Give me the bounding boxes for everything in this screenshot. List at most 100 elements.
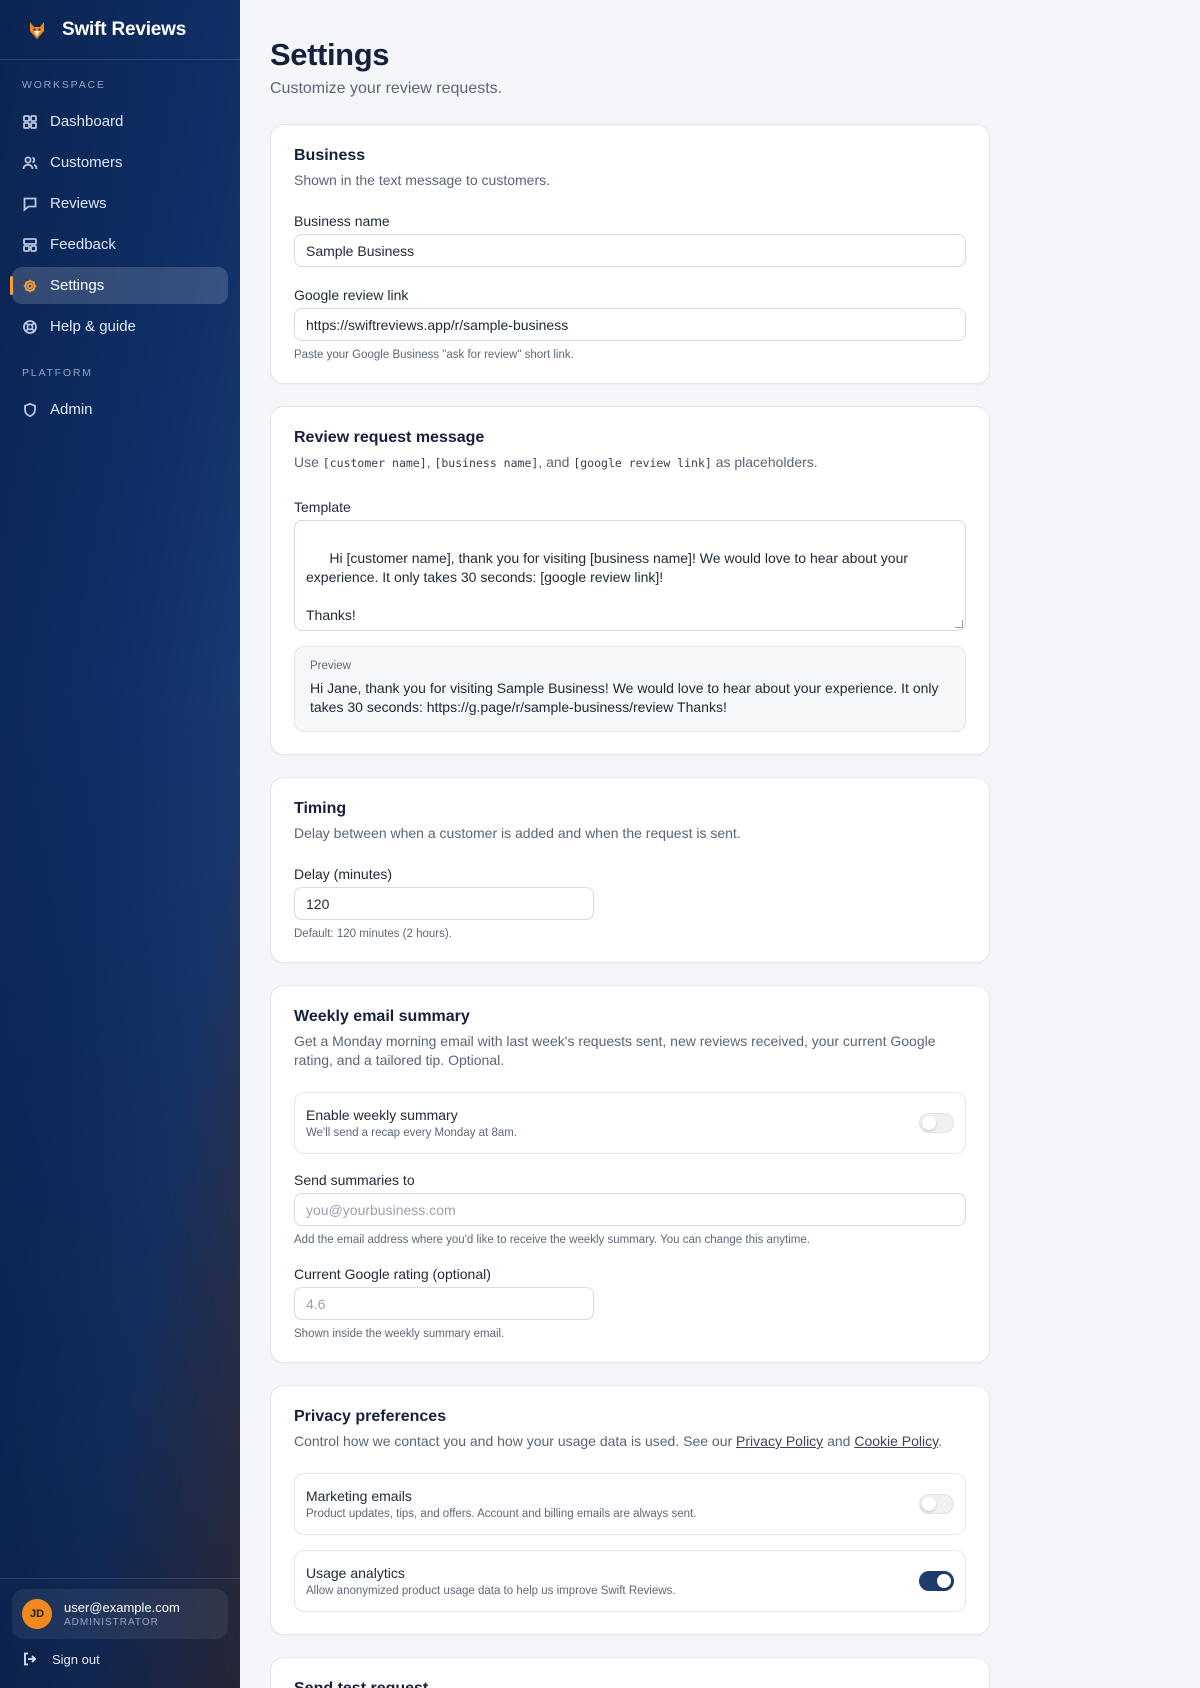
toggle-subtitle: We'll send a recap every Monday at 8am. <box>306 1127 518 1139</box>
fox-logo-icon <box>30 21 44 39</box>
marketing-emails-row: Marketing emails Product updates, tips, … <box>294 1473 966 1535</box>
sidebar-item-settings[interactable]: Settings <box>10 267 228 304</box>
desc-text: and <box>823 1433 855 1449</box>
business-card: Business Shown in the text message to cu… <box>270 124 990 384</box>
sidebar-item-admin[interactable]: Admin <box>12 391 228 428</box>
sign-out-button[interactable]: Sign out <box>22 1651 100 1667</box>
delay-input[interactable]: 120 <box>294 887 594 920</box>
message-preview: Preview Hi Jane, thank you for visiting … <box>294 646 966 732</box>
toggle-subtitle: Product updates, tips, and offers. Accou… <box>306 1508 697 1520</box>
desc-text: as placeholders. <box>711 454 818 470</box>
platform-label: PLATFORM <box>22 367 93 379</box>
sidebar-item-reviews[interactable]: Reviews <box>12 185 228 222</box>
user-card[interactable]: JD user@example.com ADMINISTRATOR <box>12 1589 228 1639</box>
log-out-icon <box>24 1652 37 1666</box>
card-description: Control how we contact you and how your … <box>294 1432 966 1451</box>
toggle-subtitle: Allow anonymized product usage data to h… <box>306 1585 676 1597</box>
user-info: user@example.com ADMINISTRATOR <box>64 1600 180 1628</box>
sidebar-item-label: Dashboard <box>50 113 124 130</box>
workspace-nav: WORKSPACE Dashboard Customers Reviews Fe… <box>0 79 240 428</box>
brand[interactable]: Swift Reviews <box>0 0 240 60</box>
shield-icon <box>24 402 36 417</box>
review-link-hint: Paste your Google Business "ask for revi… <box>294 349 574 361</box>
template-text: Hi [customer name], thank you for visiti… <box>306 550 909 623</box>
toggle-text: Usage analytics Allow anonymized product… <box>306 1565 675 1597</box>
card-title: Timing <box>294 800 347 817</box>
user-role: ADMINISTRATOR <box>64 1617 159 1628</box>
sidebar-item-help[interactable]: Help & guide <box>12 308 228 345</box>
gear-icon <box>23 279 37 292</box>
user-email: user@example.com <box>64 1600 180 1615</box>
placeholder-customer-name: [customer name] <box>322 456 427 470</box>
delay-hint: Default: 120 minutes (2 hours). <box>294 928 452 940</box>
sidebar-item-label: Reviews <box>50 195 107 212</box>
business-name-input[interactable]: Sample Business <box>294 234 966 267</box>
lifebuoy-icon <box>23 319 37 334</box>
enable-weekly-row: Enable weekly summary We'll send a recap… <box>294 1092 966 1154</box>
toggle-text: Enable weekly summary We'll send a recap… <box>306 1107 517 1139</box>
sidebar-divider <box>0 1578 240 1579</box>
page-title: Settings <box>270 37 390 72</box>
grid-icon <box>23 114 37 129</box>
placeholder-review-link: [google review link] <box>573 456 712 470</box>
sidebar-item-label: Settings <box>50 277 105 294</box>
brand-name: Swift Reviews <box>62 18 187 40</box>
sidebar-item-label: Customers <box>50 154 123 171</box>
sidebar-item-customers[interactable]: Customers <box>12 144 228 181</box>
resize-handle[interactable] <box>955 620 963 628</box>
sidebar-item-label: Admin <box>50 401 93 418</box>
review-link-label: Google review link <box>294 287 409 303</box>
rating-input[interactable]: 4.6 <box>294 1287 594 1320</box>
marketing-emails-toggle[interactable] <box>919 1494 954 1514</box>
toggle-knob <box>922 1497 936 1511</box>
privacy-policy-link[interactable]: Privacy Policy <box>736 1433 823 1449</box>
placeholder-business-name: [business name] <box>434 456 539 470</box>
workspace-label: WORKSPACE <box>22 79 106 91</box>
card-description: Shown in the text message to customers. <box>294 172 551 188</box>
card-title: Weekly email summary <box>294 1008 470 1025</box>
sidebar-item-dashboard[interactable]: Dashboard <box>12 103 228 140</box>
business-name-label: Business name <box>294 213 390 229</box>
sidebar-item-feedback[interactable]: Feedback <box>12 226 228 263</box>
template-textarea[interactable]: Hi [customer name], thank you for visiti… <box>294 520 966 631</box>
toggle-title: Marketing emails <box>306 1488 412 1504</box>
main-content: Settings Customize your review requests.… <box>270 0 990 1688</box>
delay-label: Delay (minutes) <box>294 866 393 882</box>
card-title: Review request message <box>294 429 485 446</box>
message-square-icon <box>23 197 37 212</box>
template-label: Template <box>294 499 351 515</box>
card-description: Get a Monday morning email with last wee… <box>294 1033 936 1068</box>
users-icon <box>22 156 38 169</box>
send-to-hint: Add the email address where you'd like t… <box>294 1234 810 1246</box>
card-title: Business <box>294 147 366 164</box>
toggle-knob <box>937 1574 951 1588</box>
layout-icon <box>23 237 37 252</box>
sign-out-label: Sign out <box>52 1651 100 1667</box>
usage-analytics-toggle[interactable] <box>919 1571 954 1591</box>
desc-text: Control how we contact you and how your … <box>294 1433 737 1449</box>
toggle-title: Usage analytics <box>306 1565 405 1581</box>
preview-label: Preview <box>310 660 351 672</box>
message-card: Review request message Use [customer nam… <box>270 406 990 755</box>
cookie-policy-link[interactable]: Cookie Policy <box>854 1433 938 1449</box>
desc-text: , and <box>538 454 574 470</box>
rating-label: Current Google rating (optional) <box>294 1266 491 1282</box>
enable-weekly-toggle[interactable] <box>919 1113 954 1133</box>
page-subtitle: Customize your review requests. <box>270 80 503 97</box>
privacy-card: Privacy preferences Control how we conta… <box>270 1385 990 1635</box>
card-title: Privacy preferences <box>294 1408 447 1425</box>
avatar: JD <box>22 1599 52 1629</box>
toggle-text: Marketing emails Product updates, tips, … <box>306 1488 696 1520</box>
sidebar-item-label: Feedback <box>50 236 116 253</box>
sidebar: Swift Reviews WORKSPACE Dashboard Custom… <box>0 0 240 1688</box>
desc-text: . <box>938 1433 942 1449</box>
send-to-input[interactable]: you@yourbusiness.com <box>294 1193 966 1226</box>
review-link-input[interactable]: https://swiftreviews.app/r/sample-busine… <box>294 308 966 341</box>
toggle-title: Enable weekly summary <box>306 1107 458 1123</box>
timing-card: Timing Delay between when a customer is … <box>270 777 990 963</box>
sidebar-item-label: Help & guide <box>50 318 136 335</box>
usage-analytics-row: Usage analytics Allow anonymized product… <box>294 1550 966 1612</box>
toggle-knob <box>922 1116 936 1130</box>
send-to-label: Send summaries to <box>294 1172 415 1188</box>
rating-hint: Shown inside the weekly summary email. <box>294 1328 505 1340</box>
